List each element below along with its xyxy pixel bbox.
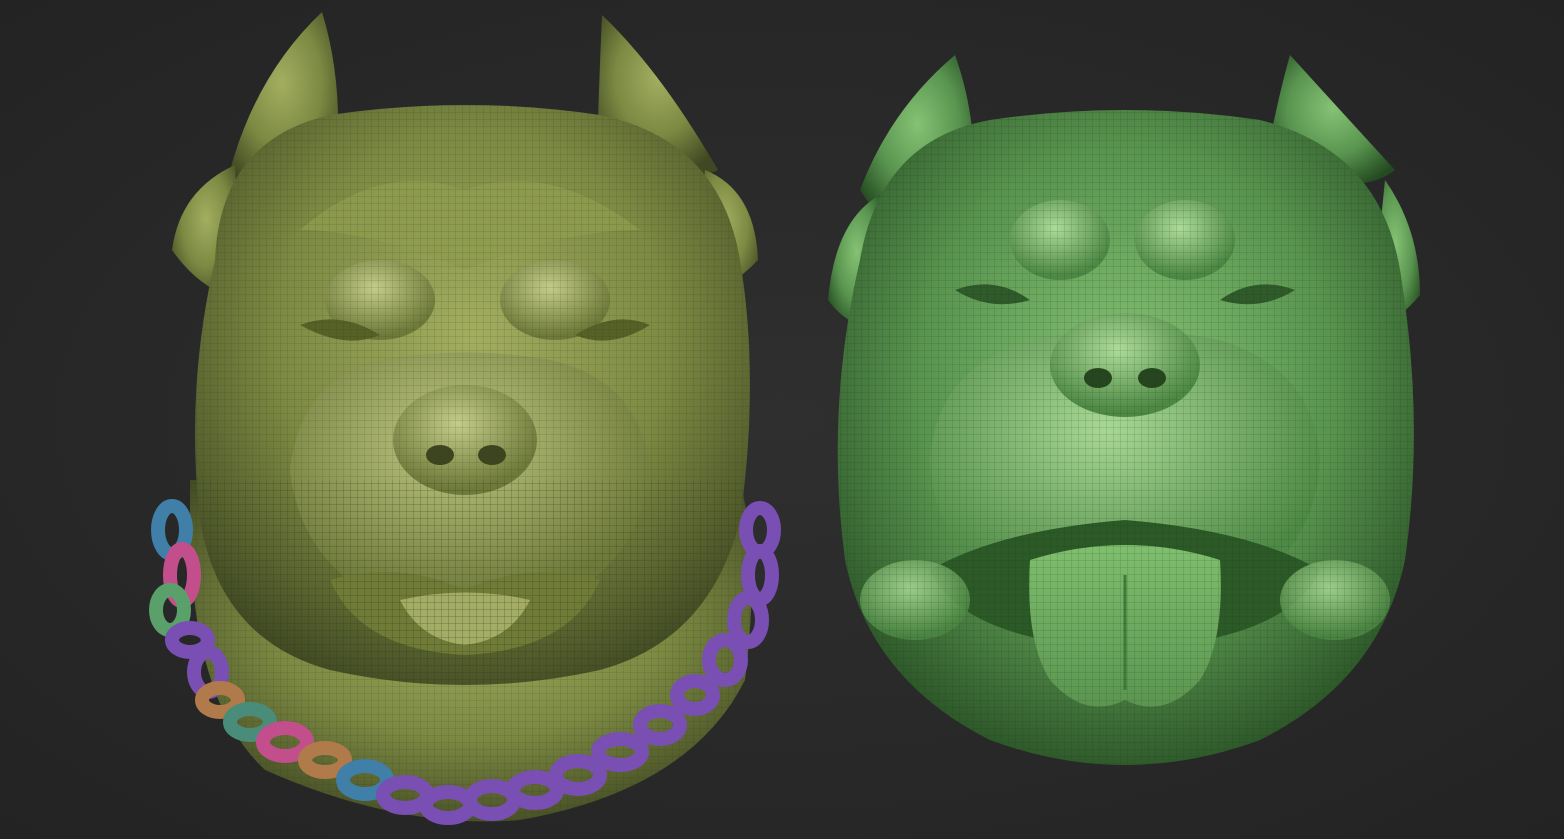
viewport-canvas (149, 12, 1420, 825)
sculpt-viewport[interactable] (0, 0, 1564, 839)
dog-head-with-chain-model[interactable] (149, 12, 781, 825)
dog-head-tongue-out-model[interactable] (828, 55, 1420, 765)
